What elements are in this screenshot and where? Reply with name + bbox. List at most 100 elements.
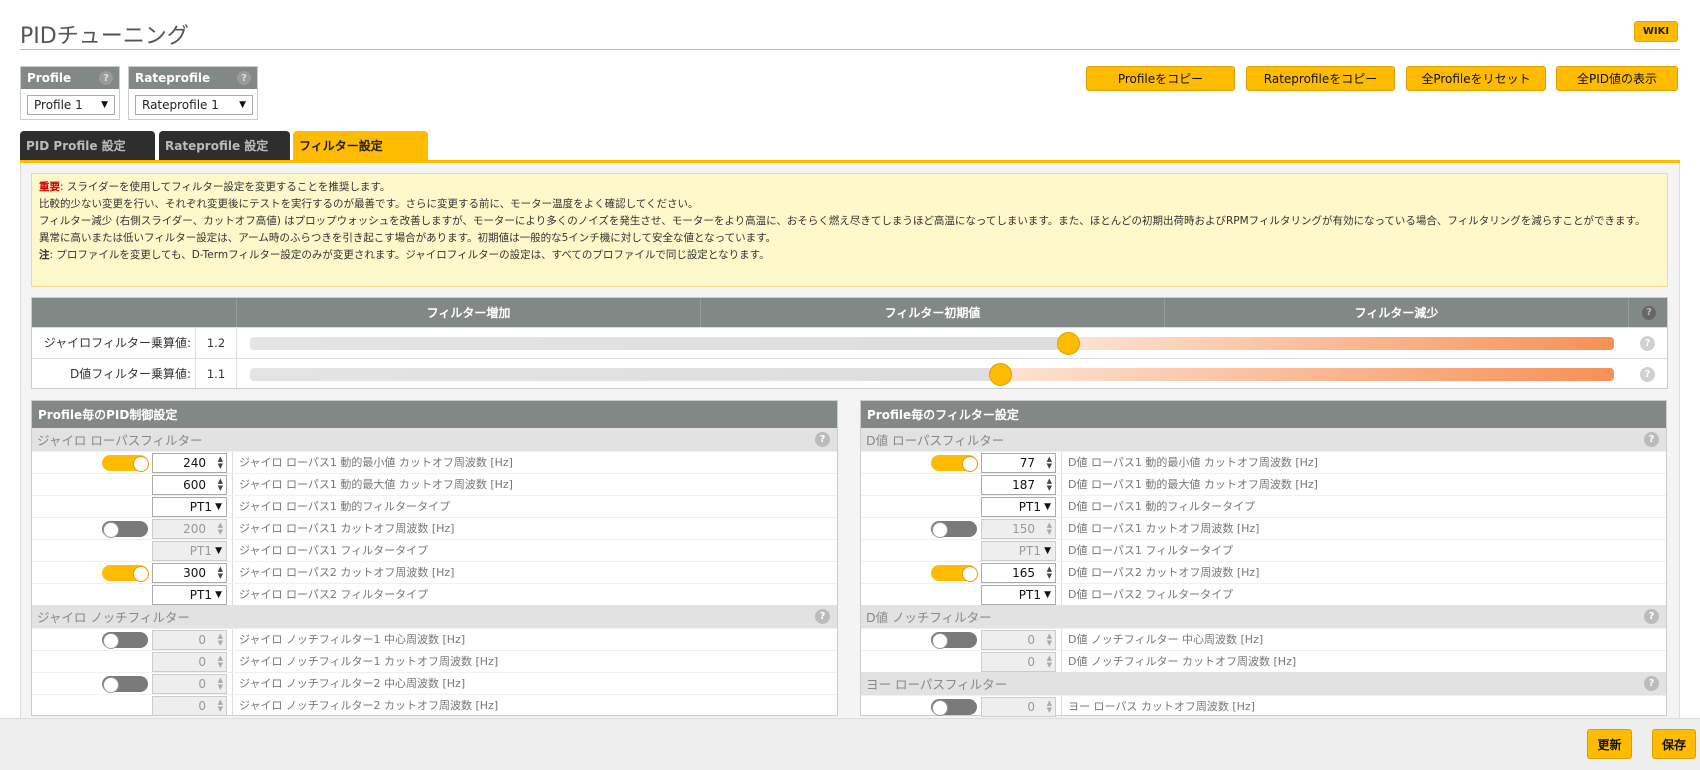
- spinner-arrows-icon[interactable]: ▲ ▼: [218, 633, 223, 647]
- filter-type-select[interactable]: PT1 ▼: [981, 497, 1056, 517]
- filter-type-select[interactable]: PT1 ▼: [981, 585, 1056, 605]
- wiki-button[interactable]: WIKI: [1634, 21, 1678, 42]
- frequency-input[interactable]: 187 ▲ ▼: [981, 475, 1056, 495]
- filter-label: D値 ローパス1 カットオフ周波数 [Hz]: [1068, 522, 1260, 535]
- filter-enable-toggle[interactable]: [931, 455, 978, 472]
- help-icon[interactable]: ?: [815, 432, 830, 447]
- filter-enable-toggle[interactable]: [102, 565, 149, 582]
- dterm-multiplier-fill: [1000, 368, 1614, 381]
- filter-panel-title: Profile毎のフィルター設定: [861, 401, 1666, 428]
- help-icon[interactable]: ?: [815, 609, 830, 624]
- help-icon[interactable]: ?: [237, 71, 251, 85]
- spinner-arrows-icon[interactable]: ▲ ▼: [218, 699, 223, 713]
- column-divider: [1061, 540, 1062, 562]
- frequency-input[interactable]: 165 ▲ ▼: [981, 563, 1056, 583]
- spinner-arrows-icon[interactable]: ▲ ▼: [1047, 633, 1052, 647]
- tab-filter-settings[interactable]: フィルター設定: [293, 131, 428, 160]
- pid-panel-title: Profile毎のPID制御設定: [32, 401, 837, 428]
- spinner-arrows-icon[interactable]: ▲ ▼: [218, 456, 223, 470]
- filter-type-value: PT1: [189, 544, 212, 558]
- frequency-input: 0 ▲ ▼: [981, 630, 1056, 650]
- rateprofile-label: Rateprofile: [135, 71, 211, 85]
- rateprofile-select-value: Rateprofile 1: [142, 98, 219, 112]
- section-header: ジャイロ ノッチフィルター?: [32, 605, 837, 628]
- spinner-arrows-icon[interactable]: ▲ ▼: [218, 566, 223, 580]
- help-icon[interactable]: ?: [1644, 676, 1659, 691]
- filter-enable-toggle[interactable]: [931, 699, 977, 716]
- filter-label: ジャイロ ノッチフィルター2 中心周波数 [Hz]: [239, 677, 466, 690]
- filter-enable-toggle[interactable]: [102, 521, 148, 538]
- filter-row: 0 ▲ ▼ ヨー ローパス カットオフ周波数 [Hz]: [861, 695, 1666, 718]
- frequency-value: 0: [198, 655, 206, 669]
- column-divider: [232, 584, 233, 606]
- save-button[interactable]: 保存: [1652, 729, 1696, 759]
- rateprofile-select[interactable]: Rateprofile 1 ▼: [135, 95, 253, 115]
- section-header: D値 ローパスフィルター?: [861, 428, 1666, 451]
- gyro-multiplier-thumb[interactable]: [1056, 332, 1080, 355]
- reset-all-profiles-button[interactable]: 全Profileをリセット: [1406, 66, 1546, 91]
- column-divider: [232, 695, 233, 717]
- frequency-input[interactable]: 300 ▲ ▼: [152, 563, 227, 583]
- filter-type-select[interactable]: PT1 ▼: [152, 585, 227, 605]
- frequency-value: 0: [1027, 633, 1035, 647]
- frequency-input[interactable]: 240 ▲ ▼: [152, 453, 227, 473]
- gyro-multiplier-track[interactable]: [250, 337, 1614, 350]
- column-divider: [1061, 518, 1062, 540]
- filter-type-value: PT1: [1018, 500, 1041, 514]
- refresh-button[interactable]: 更新: [1587, 729, 1632, 759]
- filter-label: ジャイロ ローパス1 動的最小値 カットオフ周波数 [Hz]: [239, 456, 513, 469]
- filter-enable-toggle[interactable]: [102, 632, 148, 649]
- filter-label: D値 ローパス2 カットオフ周波数 [Hz]: [1068, 566, 1260, 579]
- dterm-multiplier-thumb[interactable]: [988, 363, 1012, 386]
- spinner-arrows-icon[interactable]: ▲ ▼: [218, 522, 223, 536]
- dterm-multiplier-track[interactable]: [250, 368, 1614, 381]
- filter-enable-toggle[interactable]: [931, 565, 978, 582]
- copy-rateprofile-button[interactable]: Rateprofileをコピー: [1246, 66, 1395, 91]
- help-icon[interactable]: ?: [99, 71, 113, 85]
- frequency-value: 240: [183, 456, 206, 470]
- header-filter-increase: フィルター増加: [236, 298, 700, 327]
- spinner-arrows-icon[interactable]: ▲ ▼: [218, 655, 223, 669]
- filter-label: D値 ローパス1 フィルタータイプ: [1068, 544, 1234, 557]
- filter-enable-toggle[interactable]: [102, 455, 149, 472]
- copy-profile-button[interactable]: Profileをコピー: [1086, 66, 1235, 91]
- filter-enable-toggle[interactable]: [931, 521, 977, 538]
- spinner-arrows-icon[interactable]: ▲ ▼: [1047, 522, 1052, 536]
- filter-row: 0 ▲ ▼ D値 ノッチフィルター 中心周波数 [Hz]: [861, 628, 1666, 651]
- frequency-input: 0 ▲ ▼: [981, 652, 1056, 672]
- help-icon[interactable]: ?: [1640, 367, 1655, 382]
- profile-select[interactable]: Profile 1 ▼: [27, 95, 115, 115]
- rateprofile-selector: Rateprofile ? Rateprofile 1 ▼: [128, 66, 258, 120]
- tab-pid-profile[interactable]: PID Profile 設定: [20, 131, 155, 160]
- show-all-pid-button[interactable]: 全PID値の表示: [1556, 66, 1678, 91]
- filter-type-select[interactable]: PT1 ▼: [152, 497, 227, 517]
- notice-line: 異常に高いまたは低いフィルター設定は、アーム時のふらつきを引き起こす場合がありま…: [39, 232, 777, 244]
- note-prefix: 注: [39, 249, 50, 261]
- profile-label: Profile: [27, 71, 72, 85]
- spinner-arrows-icon[interactable]: ▲ ▼: [1047, 478, 1052, 492]
- help-icon[interactable]: ?: [1640, 336, 1655, 351]
- spinner-arrows-icon[interactable]: ▲ ▼: [1047, 456, 1052, 470]
- frequency-input[interactable]: 600 ▲ ▼: [152, 475, 227, 495]
- spinner-arrows-icon[interactable]: ▲ ▼: [1047, 700, 1052, 714]
- spinner-arrows-icon[interactable]: ▲ ▼: [1047, 655, 1052, 669]
- filter-enable-toggle[interactable]: [931, 632, 977, 649]
- frequency-input[interactable]: 77 ▲ ▼: [981, 453, 1056, 473]
- tab-rateprofile[interactable]: Rateprofile 設定: [159, 131, 290, 160]
- spinner-arrows-icon[interactable]: ▲ ▼: [218, 677, 223, 691]
- section-header: D値 ノッチフィルター?: [861, 605, 1666, 628]
- frequency-input: 200 ▲ ▼: [152, 519, 227, 539]
- filter-enable-toggle[interactable]: [102, 676, 148, 693]
- column-divider: [1061, 651, 1062, 673]
- header-filter-default: フィルター初期値: [700, 298, 1164, 327]
- spinner-arrows-icon[interactable]: ▲ ▼: [218, 478, 223, 492]
- filter-type-select: PT1 ▼: [981, 541, 1056, 561]
- dropdown-caret-icon: ▼: [1044, 546, 1051, 556]
- help-icon[interactable]: ?: [1642, 305, 1656, 320]
- column-divider: [232, 673, 233, 695]
- filter-label: ジャイロ ローパス1 動的最大値 カットオフ周波数 [Hz]: [239, 478, 513, 491]
- help-icon[interactable]: ?: [1644, 432, 1659, 447]
- frequency-value: 77: [1019, 456, 1035, 470]
- spinner-arrows-icon[interactable]: ▲ ▼: [1047, 566, 1052, 580]
- help-icon[interactable]: ?: [1644, 609, 1659, 624]
